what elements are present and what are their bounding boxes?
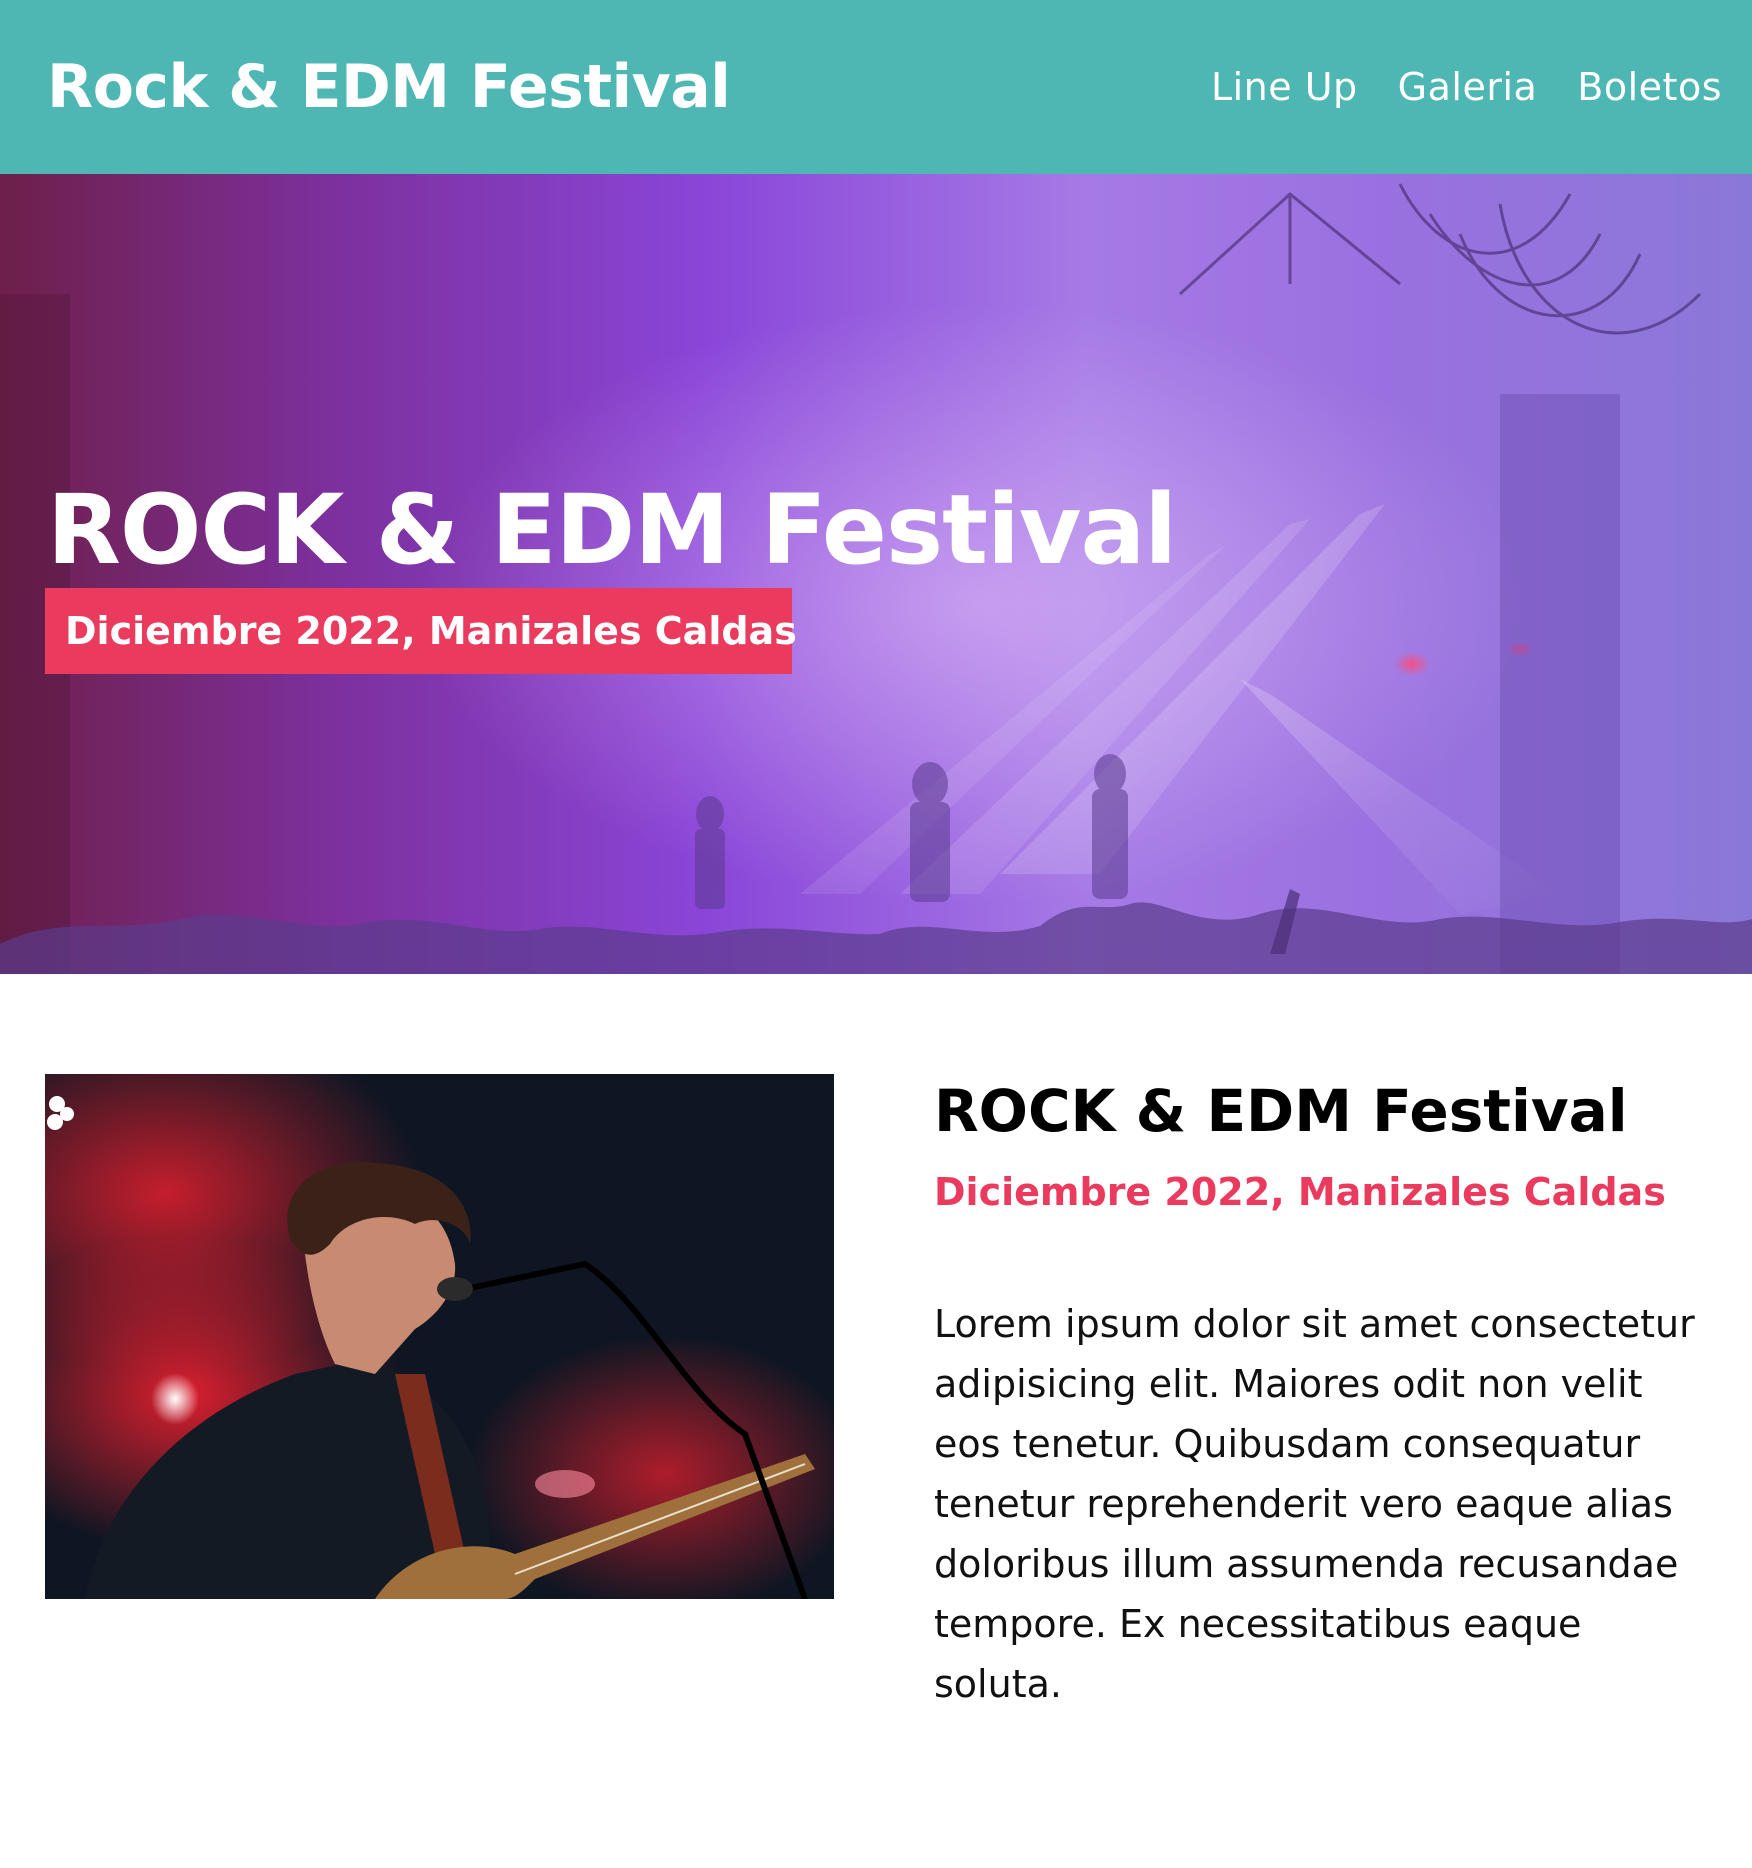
hero-section: ROCK & EDM Festival Diciembre 2022, Mani…: [0, 174, 1752, 974]
site-header: Rock & EDM Festival Line Up Galeria Bole…: [0, 0, 1752, 174]
guitarist-photo-illustration: [45, 1074, 834, 1599]
guitarist-photo: [45, 1074, 834, 1599]
hero-date-badge: Diciembre 2022, Manizales Caldas: [45, 588, 797, 674]
hero-title: ROCK & EDM Festival: [47, 474, 1177, 586]
festival-date: Diciembre 2022, Manizales Caldas: [934, 1170, 1666, 1214]
main-nav: Line Up Galeria Boletos: [1211, 65, 1722, 109]
festival-info: ROCK & EDM Festival Diciembre 2022, Mani…: [934, 1074, 1714, 1714]
nav-link-line-up[interactable]: Line Up: [1211, 65, 1358, 109]
festival-title: ROCK & EDM Festival: [934, 1077, 1628, 1145]
site-title[interactable]: Rock & EDM Festival: [47, 52, 731, 122]
festival-description: Lorem ipsum dolor sit amet consectetur a…: [934, 1302, 1695, 1706]
hero-date-text: Diciembre 2022, Manizales Caldas: [65, 609, 797, 653]
nav-link-boletos[interactable]: Boletos: [1577, 65, 1722, 109]
nav-link-galeria[interactable]: Galeria: [1398, 65, 1538, 109]
